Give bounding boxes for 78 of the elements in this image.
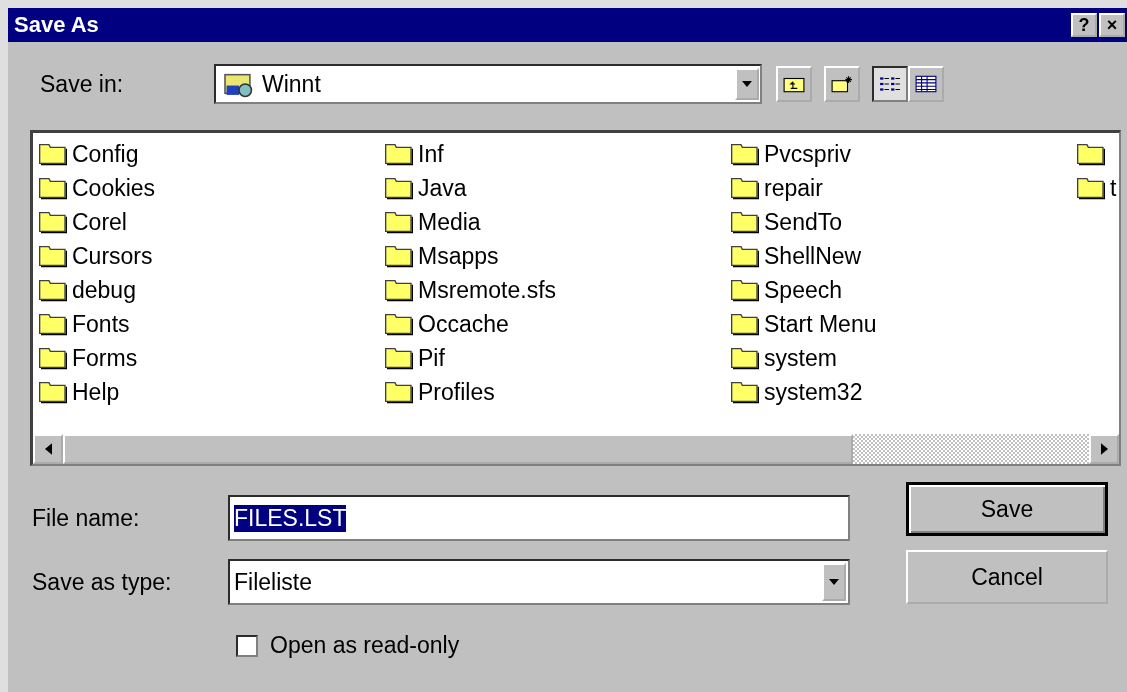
folder-icon	[730, 346, 760, 370]
save-in-label: Save in:	[40, 70, 125, 98]
folder-name[interactable]: system	[764, 344, 837, 372]
folder-icon	[384, 244, 414, 268]
details-view-button[interactable]	[908, 66, 944, 102]
list-view-icon	[879, 75, 901, 93]
folder-name[interactable]: Fonts	[72, 310, 130, 338]
folder-icon	[384, 176, 414, 200]
read-only-label: Open as read-only	[270, 632, 460, 659]
folder-icon	[730, 278, 760, 302]
file-name-field[interactable]: FILES.LST	[228, 495, 850, 541]
new-folder-button[interactable]	[824, 66, 860, 102]
save-as-type-label: Save as type:	[32, 568, 173, 596]
file-name-label: File name:	[32, 504, 141, 532]
horizontal-scrollbar[interactable]	[33, 434, 1119, 464]
save-in-dropdown[interactable]: Winnt	[214, 64, 762, 104]
folder-icon	[38, 244, 68, 268]
help-button[interactable]: ?	[1071, 13, 1097, 37]
folder-icon	[38, 312, 68, 336]
folder-icon	[730, 244, 760, 268]
folder-name[interactable]: Pif	[418, 344, 445, 372]
folder-icon	[384, 346, 414, 370]
list-view-button[interactable]	[872, 66, 908, 102]
new-folder-icon	[831, 75, 853, 93]
folder-icon	[384, 380, 414, 404]
folder-name[interactable]: ShellNew	[764, 242, 862, 270]
folder-name[interactable]: Java	[418, 174, 467, 202]
folder-name[interactable]: t	[1110, 174, 1117, 202]
folder-icon	[730, 142, 760, 166]
up-folder-icon	[783, 75, 805, 93]
folder-icon	[38, 176, 68, 200]
folder-name[interactable]: Forms	[72, 344, 138, 372]
folder-name[interactable]: Speech	[764, 276, 842, 304]
folder-icon	[38, 278, 68, 302]
scroll-left-icon[interactable]	[44, 443, 52, 455]
folder-name[interactable]: Msremote.sfs	[418, 276, 557, 304]
folder-name[interactable]: Cursors	[72, 242, 153, 270]
cancel-button[interactable]: Cancel	[906, 550, 1108, 604]
details-view-icon	[915, 75, 937, 93]
save-as-type-dropdown[interactable]: Fileliste	[228, 559, 850, 605]
folder-icon	[384, 210, 414, 234]
folder-icon	[38, 210, 68, 234]
folder-name[interactable]: repair	[764, 174, 823, 202]
folder-name[interactable]: Help	[72, 378, 120, 406]
folder-icon[interactable]	[1076, 142, 1106, 166]
folder-name[interactable]: Corel	[72, 208, 127, 236]
save-as-type-value: Fileliste	[234, 568, 313, 596]
window-title: Save As	[14, 12, 99, 38]
save-button[interactable]: Save	[906, 482, 1108, 536]
folder-name[interactable]: Profiles	[418, 378, 495, 406]
folder-name[interactable]: Pvcspriv	[764, 140, 851, 168]
folder-icon	[730, 380, 760, 404]
folder-icon	[38, 142, 68, 166]
folder-icon	[384, 312, 414, 336]
folder-icon	[384, 142, 414, 166]
folder-name[interactable]: Inf	[418, 140, 444, 168]
folder-name[interactable]: system32	[764, 378, 863, 406]
folder-icon	[38, 346, 68, 370]
folder-name[interactable]: SendTo	[764, 208, 842, 236]
folder-name[interactable]: Cookies	[72, 174, 156, 202]
folder-name[interactable]: debug	[72, 276, 136, 304]
folder-icon	[38, 380, 68, 404]
folder-icon	[730, 176, 760, 200]
folder-icon	[730, 210, 760, 234]
folder-name[interactable]: Media	[418, 208, 481, 236]
close-button[interactable]: ×	[1099, 13, 1125, 37]
folder-name[interactable]: Occache	[418, 310, 509, 338]
save-in-value: Winnt	[262, 70, 322, 98]
folder-icon	[1076, 176, 1106, 200]
file-name-value: FILES.LST	[234, 504, 347, 532]
read-only-checkbox[interactable]	[236, 634, 258, 657]
folder-name[interactable]: Msapps	[418, 242, 499, 270]
folder-icon	[730, 312, 760, 336]
folder-name[interactable]: Start Menu	[764, 310, 877, 338]
folder-name[interactable]: Config	[72, 140, 139, 168]
up-folder-button[interactable]	[776, 66, 812, 102]
folder-icon	[384, 278, 414, 302]
scroll-right-icon[interactable]	[1100, 443, 1108, 455]
